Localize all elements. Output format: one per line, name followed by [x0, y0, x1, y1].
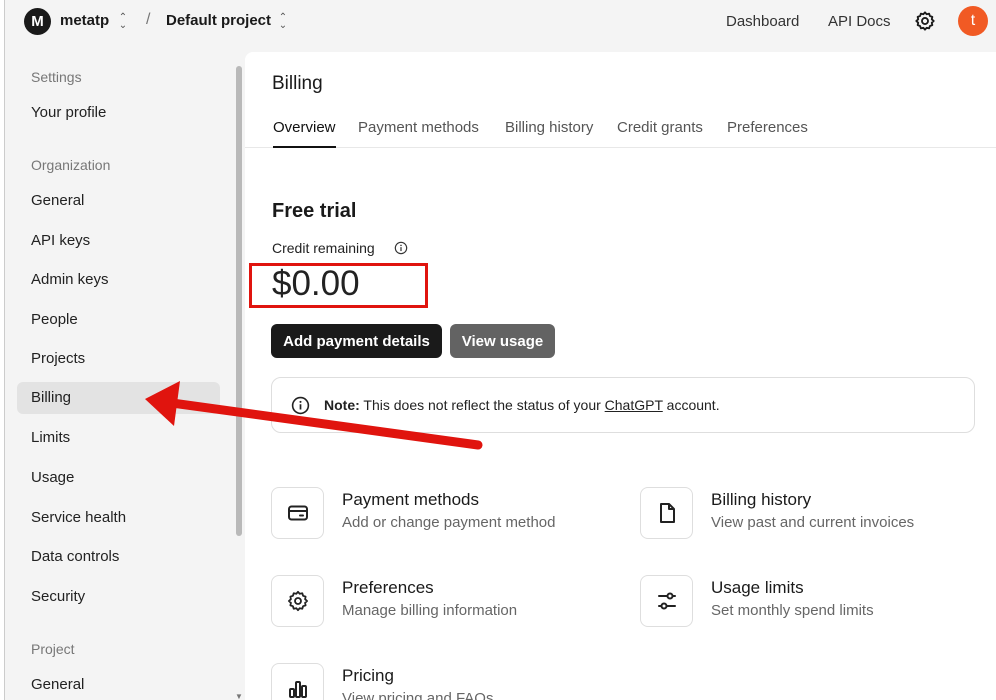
- card-subtitle: Manage billing information: [342, 602, 518, 619]
- breadcrumb-separator: /: [146, 11, 151, 28]
- card-subtitle: Add or change payment method: [342, 514, 556, 531]
- card-billing-history[interactable]: Billing history View past and current in…: [640, 487, 980, 543]
- note-suffix: account.: [662, 397, 720, 413]
- user-avatar[interactable]: t: [958, 6, 988, 36]
- card-preferences[interactable]: Preferences Manage billing information: [271, 575, 611, 631]
- tab-preferences[interactable]: Preferences: [727, 119, 808, 148]
- card-subtitle: View past and current invoices: [711, 514, 915, 531]
- sidebar-heading-project: Project: [31, 641, 75, 657]
- settings-sidebar: Settings Your profile Organization Gener…: [5, 52, 245, 700]
- chevron-updown-icon[interactable]: ⌃ ⌄: [278, 13, 288, 31]
- sidebar-heading-settings: Settings: [31, 69, 82, 85]
- sidebar-item-project-general[interactable]: General: [17, 669, 220, 700]
- card-title: Pricing: [342, 666, 394, 685]
- sidebar-scrollbar-thumb[interactable]: [236, 66, 242, 536]
- sidebar-item-people[interactable]: People: [17, 304, 220, 336]
- sidebar-item-your-profile[interactable]: Your profile: [17, 97, 220, 129]
- billing-tabs: Overview Payment methods Billing history…: [245, 112, 996, 148]
- sidebar-item-service-health[interactable]: Service health: [17, 502, 220, 534]
- note-banner: Note: This does not reflect the status o…: [271, 377, 975, 433]
- sidebar-item-usage[interactable]: Usage: [17, 462, 220, 494]
- project-switcher[interactable]: Default project: [166, 12, 271, 29]
- top-bar: M metatp ⌃ ⌄ / Default project ⌃ ⌄ Dashboa…: [0, 0, 996, 44]
- chatgpt-link[interactable]: ChatGPT: [605, 397, 663, 413]
- credit-remaining-label: Credit remaining: [272, 240, 375, 256]
- info-icon[interactable]: [394, 241, 408, 255]
- api-docs-link[interactable]: API Docs: [828, 13, 891, 30]
- scroll-down-arrow-icon[interactable]: ▼: [235, 692, 243, 700]
- card-title: Payment methods: [342, 490, 480, 509]
- sidebar-item-admin-keys[interactable]: Admin keys: [17, 264, 220, 296]
- tab-credit-grants[interactable]: Credit grants: [617, 119, 703, 148]
- sidebar-heading-organization: Organization: [31, 157, 111, 173]
- card-payment-methods[interactable]: Payment methods Add or change payment me…: [271, 487, 611, 543]
- info-icon: [291, 396, 310, 415]
- sidebar-item-data-controls[interactable]: Data controls: [17, 541, 220, 573]
- card-usage-limits[interactable]: Usage limits Set monthly spend limits: [640, 575, 980, 631]
- view-usage-button[interactable]: View usage: [450, 324, 555, 358]
- page-title: Billing: [272, 73, 323, 94]
- sidebar-item-billing[interactable]: Billing: [17, 382, 220, 414]
- card-subtitle: View pricing and FAQs: [342, 690, 494, 700]
- sidebar-item-general[interactable]: General: [17, 185, 220, 217]
- card-title: Usage limits: [711, 578, 804, 597]
- chevron-updown-icon[interactable]: ⌃ ⌄: [118, 13, 128, 31]
- org-avatar[interactable]: M: [24, 8, 51, 35]
- bar-chart-icon: [271, 663, 324, 700]
- dashboard-link[interactable]: Dashboard: [726, 13, 799, 30]
- sidebar-item-api-keys[interactable]: API keys: [17, 225, 220, 257]
- tab-billing-history[interactable]: Billing history: [505, 119, 593, 148]
- note-body: This does not reflect the status of your: [359, 397, 605, 413]
- billing-panel: Billing Overview Payment methods Billing…: [245, 52, 996, 700]
- sidebar-item-projects[interactable]: Projects: [17, 343, 220, 375]
- org-switcher[interactable]: metatp: [60, 12, 109, 29]
- sidebar-item-limits[interactable]: Limits: [17, 422, 220, 454]
- document-icon: [640, 487, 693, 539]
- credit-card-icon: [271, 487, 324, 539]
- section-title: Free trial: [272, 200, 357, 222]
- card-pricing[interactable]: Pricing View pricing and FAQs: [271, 663, 611, 700]
- card-subtitle: Set monthly spend limits: [711, 602, 874, 619]
- tab-payment-methods[interactable]: Payment methods: [358, 119, 479, 148]
- annotation-highlight-box: [249, 263, 428, 308]
- settings-gear-icon[interactable]: [914, 10, 936, 32]
- sidebar-item-security[interactable]: Security: [17, 581, 220, 613]
- sliders-icon: [640, 575, 693, 627]
- add-payment-details-button[interactable]: Add payment details: [271, 324, 442, 358]
- gear-icon: [271, 575, 324, 627]
- card-title: Billing history: [711, 490, 812, 509]
- note-text: Note: This does not reflect the status o…: [324, 397, 720, 413]
- card-title: Preferences: [342, 578, 434, 597]
- note-prefix: Note:: [324, 397, 360, 413]
- tab-overview[interactable]: Overview: [273, 119, 336, 148]
